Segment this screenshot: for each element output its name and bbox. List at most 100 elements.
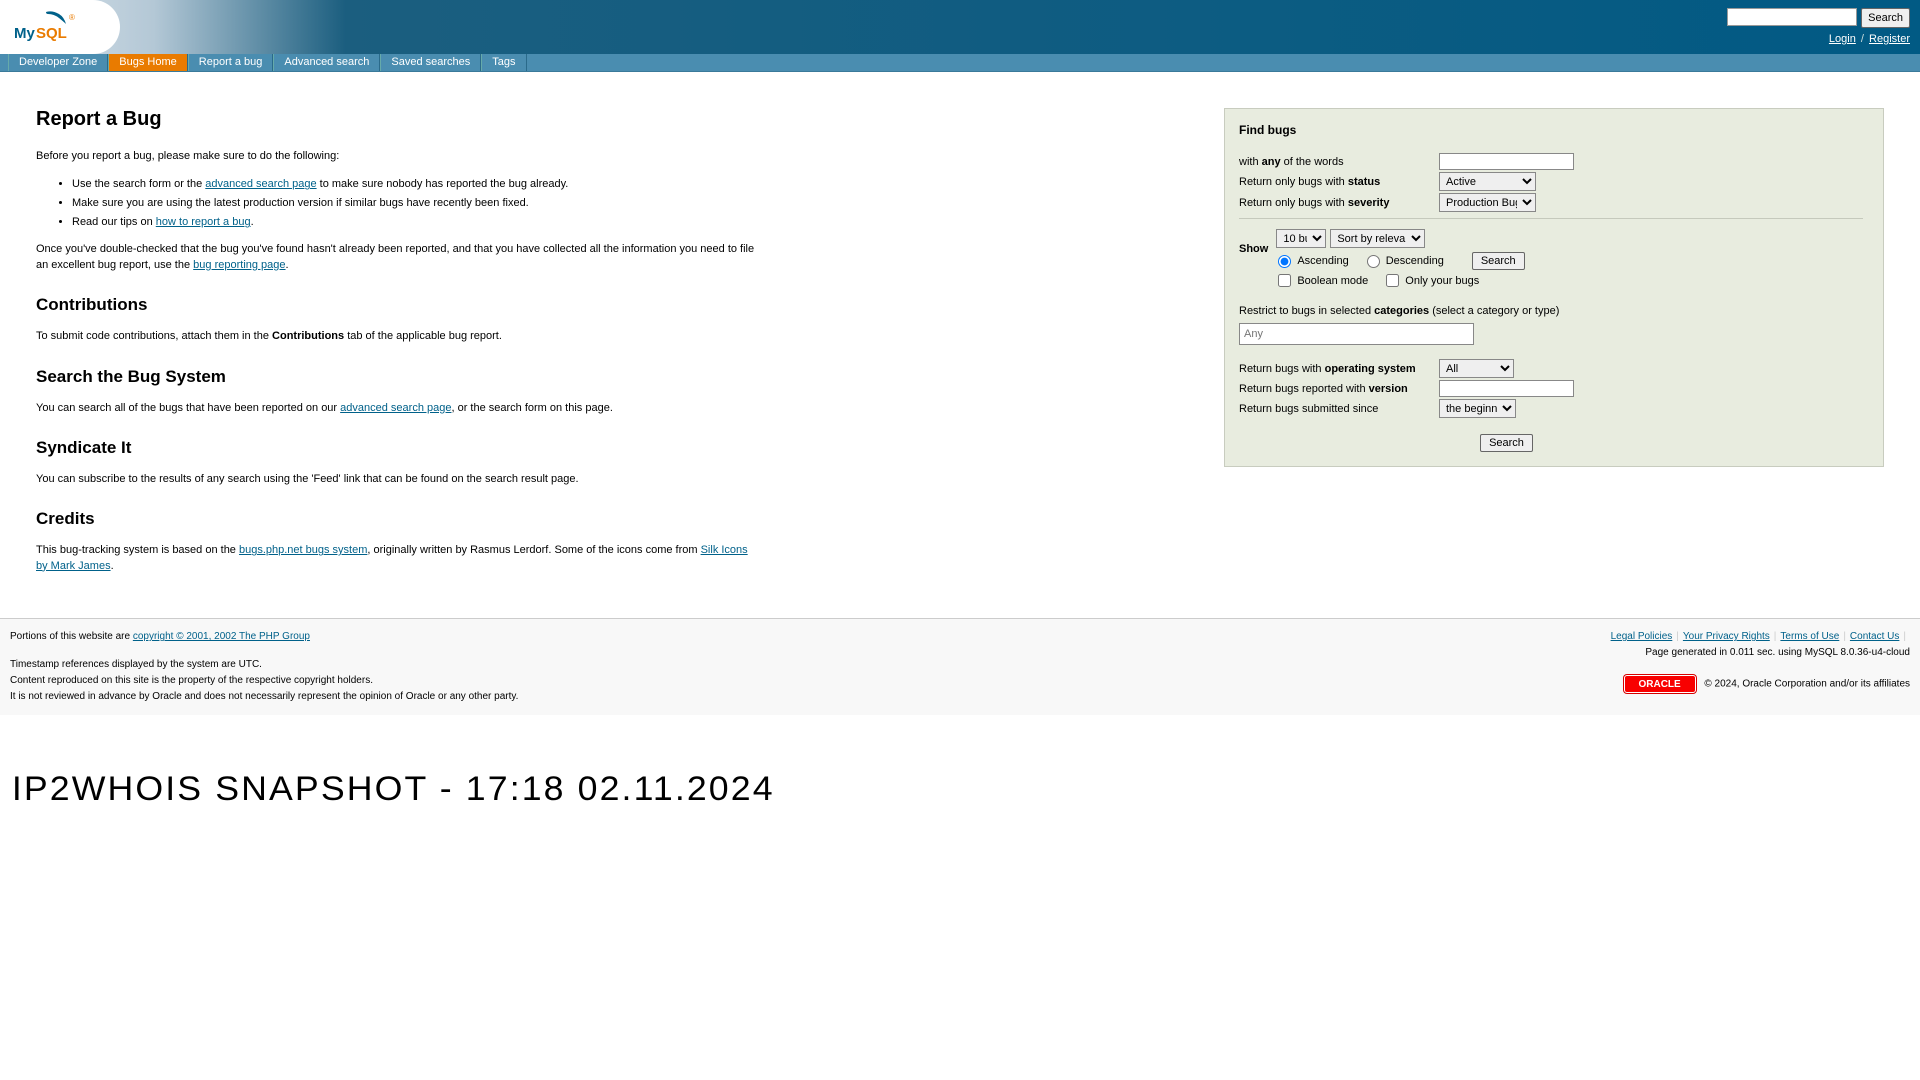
tip-text: . xyxy=(251,216,254,228)
find-bugs-panel: Find bugs with any of the words Return o… xyxy=(1224,108,1884,467)
bold-text: severity xyxy=(1348,197,1390,209)
label-text: (select a category or type) xyxy=(1429,305,1559,317)
show-line-3: Boolean mode Only your bugs xyxy=(1276,274,1863,287)
words-input[interactable] xyxy=(1439,153,1574,170)
top-search-form: Search xyxy=(1727,8,1910,28)
bold-text: any xyxy=(1262,156,1281,168)
footer-left: Portions of this website are copyright ©… xyxy=(10,629,518,705)
auth-separator: / xyxy=(1861,33,1864,45)
nav-developer-zone[interactable]: Developer Zone xyxy=(8,54,108,71)
final-search-wrap: Search xyxy=(1439,434,1574,452)
tip-item: Read our tips on how to report a bug. xyxy=(72,216,756,228)
oracle-logo[interactable]: ORACLE xyxy=(1624,675,1696,693)
show-controls: 10 bugs Sort by relevance Ascending Desc… xyxy=(1276,229,1863,287)
bold-text: operating system xyxy=(1325,363,1416,375)
bugs-php-link[interactable]: bugs.php.net bugs system xyxy=(239,544,367,556)
footer-oracle-line: ORACLE © 2024, Oracle Corporation and/or… xyxy=(1611,675,1910,693)
find-bugs-sidebar: Find bugs with any of the words Return o… xyxy=(1224,108,1884,467)
main-content: Report a Bug Before you report a bug, pl… xyxy=(36,108,756,588)
categories-input[interactable] xyxy=(1239,323,1474,345)
nav-advanced-search[interactable]: Advanced search xyxy=(273,54,380,71)
count-select[interactable]: 10 bugs xyxy=(1276,229,1326,248)
advanced-search-link-2[interactable]: advanced search page xyxy=(340,402,451,414)
search-button-inline[interactable]: Search xyxy=(1472,252,1525,270)
spacer xyxy=(1239,434,1439,452)
tip-text: Read our tips on xyxy=(72,216,156,228)
top-search-input[interactable] xyxy=(1727,8,1857,26)
severity-select[interactable]: Production Bugs xyxy=(1439,193,1536,212)
footer-content-repro: Content reproduced on this site is the p… xyxy=(10,673,518,689)
login-link[interactable]: Login xyxy=(1829,33,1856,45)
contact-link[interactable]: Contact Us xyxy=(1850,631,1899,642)
main-nav: Developer Zone Bugs Home Report a bug Ad… xyxy=(0,54,1920,72)
status-label: Return only bugs with status xyxy=(1239,176,1439,188)
footer-text: Portions of this website are xyxy=(10,631,133,642)
how-to-report-link[interactable]: how to report a bug xyxy=(156,216,251,228)
paragraph-text: To submit code contributions, attach the… xyxy=(36,330,272,342)
label-text: Return bugs with xyxy=(1239,363,1325,375)
paragraph-text: tab of the applicable bug report. xyxy=(344,330,502,342)
severity-label: Return only bugs with severity xyxy=(1239,197,1439,209)
os-select[interactable]: All xyxy=(1439,359,1514,378)
show-line-2: Ascending Descending Search xyxy=(1276,252,1863,270)
sort-select[interactable]: Sort by relevance xyxy=(1330,229,1425,248)
credits-heading: Credits xyxy=(36,509,756,529)
spacer xyxy=(1239,345,1863,359)
paragraph-text: . xyxy=(286,259,289,271)
nav-saved-searches[interactable]: Saved searches xyxy=(380,54,481,71)
search-button-final[interactable]: Search xyxy=(1480,434,1533,452)
register-link[interactable]: Register xyxy=(1869,33,1910,45)
version-row: Return bugs reported with version xyxy=(1239,380,1863,397)
svg-text:My: My xyxy=(14,25,35,42)
site-footer: Portions of this website are copyright ©… xyxy=(0,618,1920,715)
credits-paragraph: This bug-tracking system is based on the… xyxy=(36,543,756,574)
tip-text: to make sure nobody has reported the bug… xyxy=(317,178,569,190)
nav-report-bug[interactable]: Report a bug xyxy=(188,54,274,71)
auth-links: Login / Register xyxy=(1829,33,1910,45)
since-select[interactable]: the beginning xyxy=(1439,399,1516,418)
top-search-button[interactable]: Search xyxy=(1861,8,1910,28)
show-line-1: 10 bugs Sort by relevance xyxy=(1276,229,1863,248)
mysql-logo[interactable]: My SQL ® xyxy=(0,0,120,54)
label-text: Return bugs reported with xyxy=(1239,383,1369,395)
watermark-text: IP2WHOIS SNAPSHOT - 17:18 02.11.2024 xyxy=(12,770,775,809)
search-paragraph: You can search all of the bugs that have… xyxy=(36,401,756,416)
contributions-heading: Contributions xyxy=(36,295,756,315)
bold-text: version xyxy=(1369,383,1408,395)
restrict-label: Restrict to bugs in selected categories … xyxy=(1239,305,1863,317)
nav-tags[interactable]: Tags xyxy=(481,54,526,71)
footer-right: Legal Policies|Your Privacy Rights|Terms… xyxy=(1611,629,1910,693)
ascending-radio[interactable] xyxy=(1278,255,1291,268)
terms-link[interactable]: Terms of Use xyxy=(1780,631,1839,642)
advanced-search-link[interactable]: advanced search page xyxy=(205,178,316,190)
nav-bugs-home[interactable]: Bugs Home xyxy=(108,54,187,71)
boolean-checkbox[interactable] xyxy=(1278,274,1291,287)
status-select[interactable]: Active xyxy=(1439,172,1536,191)
os-label: Return bugs with operating system xyxy=(1239,363,1439,375)
pipe: | xyxy=(1676,631,1679,642)
page-container: Report a Bug Before you report a bug, pl… xyxy=(0,72,1920,608)
tips-list: Use the search form or the advanced sear… xyxy=(72,178,756,228)
legal-policies-link[interactable]: Legal Policies xyxy=(1611,631,1673,642)
only-your-checkbox[interactable] xyxy=(1386,274,1399,287)
label-text: of the words xyxy=(1281,156,1344,168)
bold-text: categories xyxy=(1374,305,1429,317)
descending-radio[interactable] xyxy=(1367,255,1380,268)
descending-label: Descending xyxy=(1386,255,1444,267)
syndicate-paragraph: You can subscribe to the results of any … xyxy=(36,472,756,487)
svg-text:SQL: SQL xyxy=(36,25,67,42)
label-text: Restrict to bugs in selected xyxy=(1239,305,1374,317)
intro-paragraph: Before you report a bug, please make sur… xyxy=(36,149,756,164)
version-input[interactable] xyxy=(1439,380,1574,397)
php-copyright-link[interactable]: copyright © 2001, 2002 The PHP Group xyxy=(133,631,310,642)
privacy-link[interactable]: Your Privacy Rights xyxy=(1683,631,1770,642)
footer-page-gen: Page generated in 0.011 sec. using MySQL… xyxy=(1611,645,1910,661)
paragraph-text: , originally written by Rasmus Lerdorf. … xyxy=(367,544,700,556)
words-label: with any of the words xyxy=(1239,156,1439,168)
severity-row: Return only bugs with severity Productio… xyxy=(1239,193,1863,212)
footer-portions: Portions of this website are copyright ©… xyxy=(10,629,518,645)
bug-reporting-page-link[interactable]: bug reporting page xyxy=(193,259,285,271)
site-header: My SQL ® Search Login / Register xyxy=(0,0,1920,54)
tip-text: Use the search form or the xyxy=(72,178,205,190)
words-row: with any of the words xyxy=(1239,153,1863,170)
